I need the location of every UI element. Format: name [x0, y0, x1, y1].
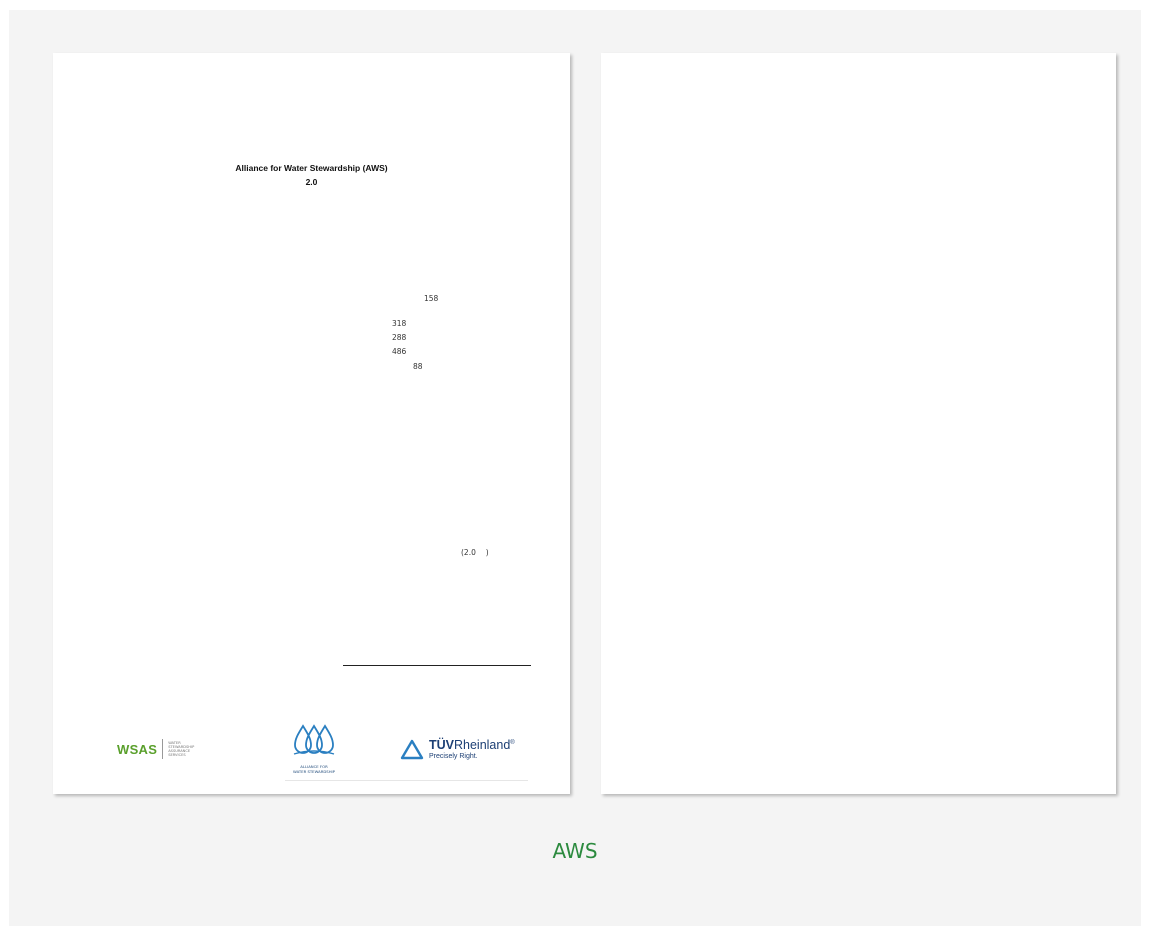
- wsas-logo-text: WSAS: [117, 741, 158, 757]
- stat-value: 318: [392, 319, 407, 328]
- stat-value: 288: [392, 333, 407, 342]
- tuv-triangle-icon: [400, 739, 424, 759]
- document-title: Alliance for Water Stewardship (AWS): [235, 163, 388, 173]
- aws-logo: ALLIANCE FOR WATER STEWARDSHIP: [279, 724, 349, 774]
- tuv-rheinland-logo: TÜVRheinland® Precisely Right.: [400, 737, 515, 761]
- document-page-2: [601, 53, 1116, 794]
- tuv-brand-name: TÜVRheinland®: [429, 738, 515, 753]
- document-page-1: Alliance for Water Stewardship (AWS) 2.0…: [53, 53, 570, 794]
- document-version: 2.0: [305, 177, 318, 187]
- stat-value: 158: [424, 294, 439, 303]
- tuv-tagline: Precisely Right.: [429, 753, 478, 761]
- aws-logo-subtitle: ALLIANCE FOR WATER STEWARDSHIP: [293, 764, 335, 774]
- stat-value: 486: [392, 347, 407, 356]
- wsas-logo-subtitle: WATER STEWARDSHIP ASSURANCE SERVICES: [168, 740, 195, 758]
- version-note: (2.0 ): [461, 548, 489, 557]
- water-drops-icon: [293, 724, 335, 755]
- wsas-logo-separator: [162, 739, 164, 759]
- footer-rule: [285, 780, 528, 781]
- wsas-logo: WSAS WATER STEWARDSHIP ASSURANCE SERVICE…: [117, 739, 194, 759]
- caption-link[interactable]: AWS: [9, 839, 1141, 863]
- stat-value: 88: [413, 362, 423, 371]
- document-viewer: Alliance for Water Stewardship (AWS) 2.0…: [9, 10, 1141, 926]
- signature-line: [343, 665, 531, 666]
